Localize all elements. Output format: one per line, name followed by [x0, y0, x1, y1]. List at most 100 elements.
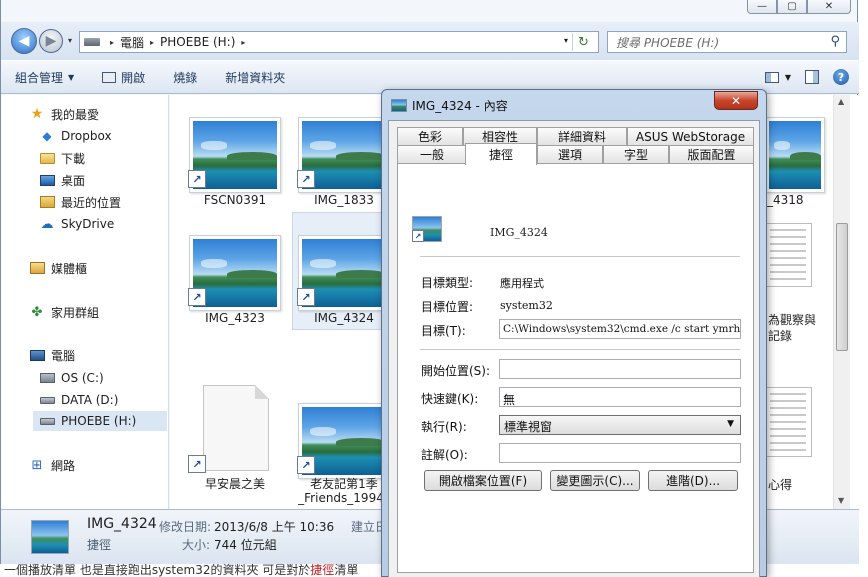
tab-shortcut[interactable]: 捷徑: [465, 143, 537, 165]
nav-drive-c[interactable]: OS (C:): [39, 368, 104, 388]
file-label-partial-notes[interactable]: 心得: [768, 476, 792, 493]
tab-font[interactable]: 字型: [603, 145, 669, 163]
tab-asus-webstorage[interactable]: ASUS WebStorage: [627, 127, 754, 145]
address-dropdown-icon[interactable]: ▾: [564, 36, 568, 45]
nav-drive-d[interactable]: DATA (D:): [39, 390, 118, 410]
recent-pages-dropdown[interactable]: ▾: [68, 36, 72, 45]
tab-general[interactable]: 一般: [397, 145, 467, 163]
breadcrumb-phoebe[interactable]: PHOEBE (H:): [160, 35, 235, 49]
preview-pane-icon[interactable]: [805, 70, 819, 84]
nav-dropbox-label: Dropbox: [61, 129, 112, 143]
background-text-before: 一個播放清單 也是直接跑出system32的資料夾 可是對於: [4, 564, 311, 577]
minimize-button[interactable]: —: [747, 0, 777, 14]
desktop-icon: [39, 174, 55, 186]
shortcut-name: IMG_4324: [490, 226, 548, 239]
dialog-close-button[interactable]: ✕: [714, 91, 758, 110]
search-icon[interactable]: ⚲: [830, 34, 840, 49]
file-label-partial-observe[interactable]: 為觀察與: [768, 311, 816, 328]
scroll-thumb[interactable]: [836, 223, 848, 351]
document-lines-icon[interactable]: [764, 387, 812, 457]
search-input[interactable]: 搜尋 PHOEBE (H:) ⚲: [607, 31, 847, 53]
shortcut-key-field[interactable]: 無: [499, 387, 741, 407]
help-icon[interactable]: ?: [833, 69, 849, 85]
nav-homegroup[interactable]: ✤ 家用群組: [29, 302, 99, 322]
breadcrumb-separator-icon[interactable]: ▸: [150, 38, 154, 47]
file-label-fscn0391[interactable]: FSCN0391: [180, 193, 290, 207]
open-icon: [102, 71, 117, 83]
file-thumbnail[interactable]: [765, 117, 825, 193]
address-bar[interactable]: ▸ 電腦 ▸ PHOEBE (H:) ▸ ▾ ↻: [79, 31, 599, 53]
scroll-down-icon[interactable]: ▼: [838, 496, 844, 505]
target-field[interactable]: C:\Windows\system32\cmd.exe /c start ymr…: [499, 319, 741, 339]
nav-network[interactable]: ⊞ 網路: [29, 455, 75, 475]
tab-options[interactable]: 選項: [537, 145, 603, 163]
dialog-title-icon: [391, 99, 407, 112]
open-file-location-button[interactable]: 開啟檔案位置(F): [424, 470, 542, 491]
vertical-scrollbar[interactable]: ▲ ▼: [833, 95, 850, 509]
nav-dropbox[interactable]: ◆ Dropbox: [39, 126, 112, 146]
tab-layout[interactable]: 版面配置: [669, 145, 754, 163]
shortcut-arrow-icon: ↗: [188, 170, 206, 188]
file-label-partial-4318[interactable]: _4318: [767, 193, 804, 207]
details-file-name: IMG_4324: [87, 516, 157, 532]
change-icon-button[interactable]: 變更圖示(C)...: [550, 470, 640, 491]
new-folder-button[interactable]: 新增資料夾: [211, 69, 299, 86]
burn-button[interactable]: 燒錄: [159, 69, 211, 86]
properties-dialog: IMG_4324 - 內容 ✕ 色彩 相容性 詳細資料 ASUS WebStor…: [381, 89, 767, 577]
breadcrumb-separator-icon[interactable]: ▸: [110, 38, 114, 47]
dropbox-icon: ◆: [42, 129, 52, 143]
run-select[interactable]: 標準視窗 ▼: [499, 415, 741, 435]
chevron-down-icon: ▼: [68, 72, 75, 82]
nav-libraries[interactable]: 媒體櫃: [29, 258, 87, 278]
breadcrumb-computer[interactable]: 電腦: [120, 34, 144, 51]
landscape-image: [769, 121, 821, 189]
address-row: ◀ ▶ ▾ ▸ 電腦 ▸ PHOEBE (H:) ▸ ▾ ↻ 搜尋 PHOEBE…: [1, 22, 859, 60]
change-view-icon[interactable]: [764, 71, 779, 83]
details-modified-value: 2013/6/8 上午 10:36: [214, 520, 335, 534]
forward-button[interactable]: ▶: [39, 29, 63, 53]
nav-computer[interactable]: 電腦: [29, 345, 75, 365]
nav-computer-label: 電腦: [51, 348, 76, 363]
details-size-value: 744 位元組: [214, 538, 277, 552]
document-lines-icon[interactable]: [764, 223, 812, 287]
nav-downloads-label: 下載: [61, 151, 86, 166]
file-label-img4323[interactable]: IMG_4323: [180, 311, 290, 325]
nav-drive-c-label: OS (C:): [61, 371, 104, 385]
close-button[interactable]: ✕: [807, 0, 851, 14]
maximize-button[interactable]: ▢: [777, 0, 807, 14]
nav-libraries-label: 媒體櫃: [51, 261, 88, 276]
target-type-label: 目標類型:: [421, 276, 474, 290]
start-in-field[interactable]: [499, 359, 741, 379]
refresh-icon[interactable]: ↻: [572, 33, 594, 51]
organize-button[interactable]: 組合管理 ▼: [1, 69, 88, 86]
shortcut-arrow-icon: ↗: [188, 288, 206, 306]
comment-label: 註解(O):: [421, 448, 468, 462]
nav-desktop[interactable]: 桌面: [39, 170, 85, 190]
details-modified-label: 修改日期:: [159, 520, 212, 534]
open-label: 開啟: [121, 70, 146, 85]
nav-recent[interactable]: 最近的位置: [39, 192, 121, 212]
scroll-up-icon[interactable]: ▲: [838, 97, 844, 106]
nav-skydrive[interactable]: ☁ SkyDrive: [39, 214, 115, 234]
file-label-partial-record[interactable]: 記錄: [768, 327, 792, 344]
shortcut-key-label: 快速鍵(K):: [421, 392, 479, 406]
nav-downloads[interactable]: 下載: [39, 148, 85, 168]
breadcrumb-separator-icon[interactable]: ▸: [241, 38, 245, 47]
tab-color[interactable]: 色彩: [397, 127, 463, 145]
open-button[interactable]: 開啟: [88, 69, 159, 86]
blank-document-icon[interactable]: [203, 385, 269, 471]
toolbar-right: ▼ ?: [764, 69, 849, 85]
nav-drive-h[interactable]: PHOEBE (H:): [33, 411, 167, 431]
view-dropdown-icon[interactable]: ▼: [785, 73, 791, 82]
comment-field[interactable]: [499, 443, 741, 463]
details-size-label: 大小:: [182, 538, 211, 552]
tab-details[interactable]: 詳細資料: [537, 127, 627, 145]
target-label: 目標(T):: [421, 324, 466, 338]
file-label-zaoan[interactable]: 早安晨之美: [180, 475, 290, 492]
computer-icon: [29, 349, 45, 361]
drive-icon: [84, 38, 100, 46]
recent-places-icon: [39, 196, 55, 208]
advanced-button[interactable]: 進階(D)...: [648, 470, 738, 491]
back-button[interactable]: ◀: [11, 28, 37, 54]
nav-favorites[interactable]: ★ 我的最愛: [29, 104, 99, 124]
